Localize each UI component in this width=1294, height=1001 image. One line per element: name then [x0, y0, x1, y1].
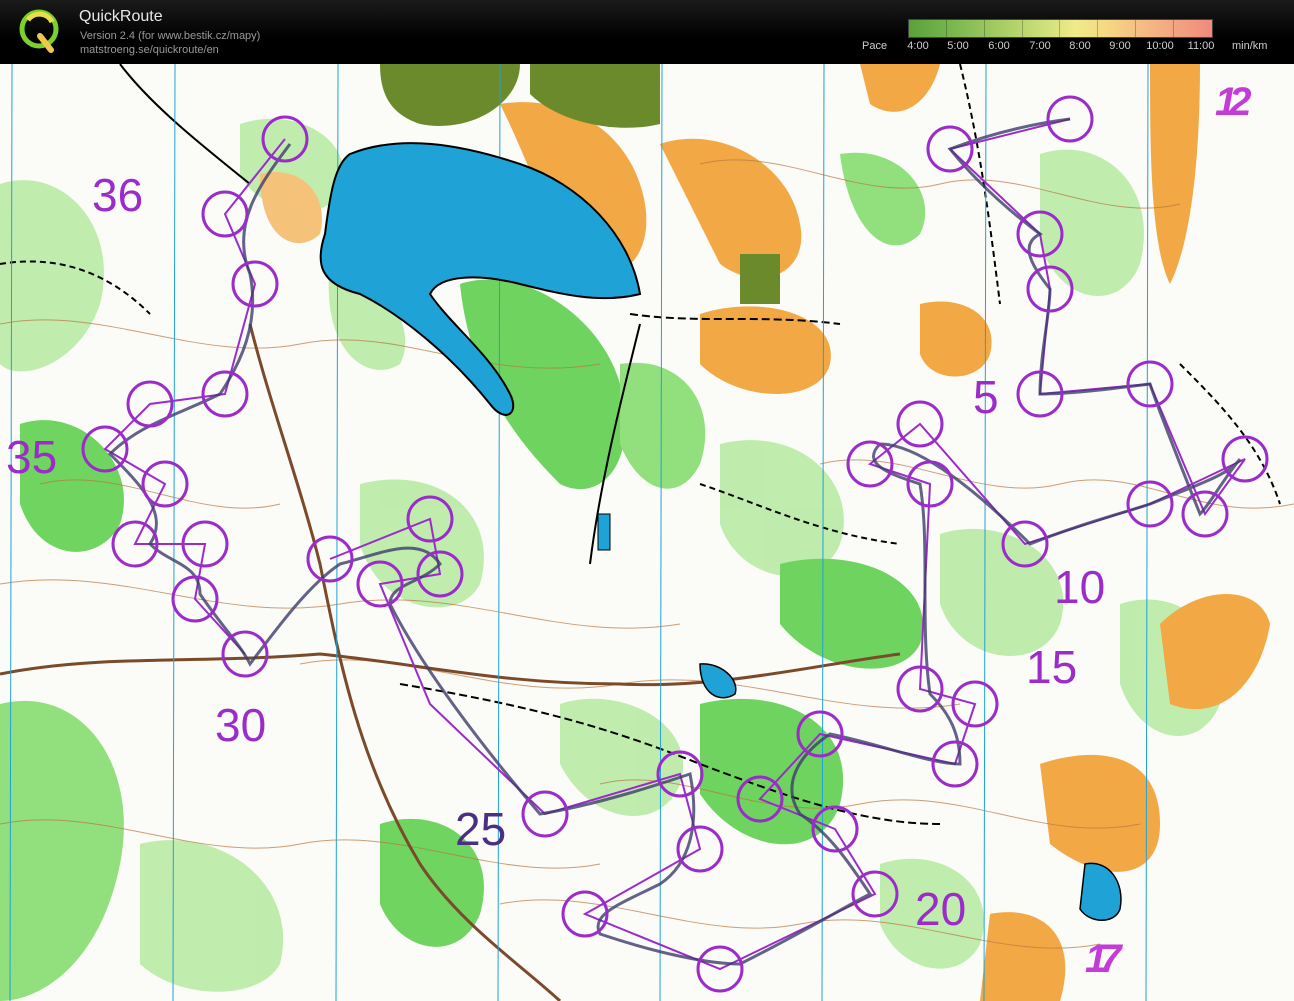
control-number-30: 30 — [215, 699, 267, 751]
app-header: QuickRoute Version 2.4 (for www.bestik.c… — [0, 0, 1294, 64]
pace-label: Pace — [862, 40, 888, 52]
map-canvas[interactable] — [0, 64, 1294, 1001]
pace-tick: 11:00 — [1187, 40, 1215, 52]
pace-unit: min/km — [1232, 40, 1268, 52]
pace-tick: 9:00 — [1109, 40, 1131, 52]
pace-tick: 5:00 — [947, 40, 969, 52]
app-version: Version 2.4 (for www.bestik.cz/mapy) — [80, 30, 261, 42]
pace-color-scale — [908, 19, 1213, 38]
control-number-5: 5 — [973, 371, 999, 423]
app-title: QuickRoute — [79, 8, 163, 25]
control-number-25: 25 — [455, 803, 507, 855]
pace-tick: 10:00 — [1146, 40, 1174, 52]
control-number-36: 36 — [92, 169, 144, 221]
control-number-35: 35 — [6, 431, 58, 483]
pace-tick: 7:00 — [1029, 40, 1051, 52]
pace-tick: 6:00 — [988, 40, 1010, 52]
pace-tick: 4:00 — [907, 40, 929, 52]
control-number-20: 20 — [915, 883, 967, 935]
control-number-15: 15 — [1026, 641, 1078, 693]
quickroute-logo-icon — [18, 8, 60, 54]
app-url: matstroeng.se/quickroute/en — [80, 44, 219, 56]
orienteering-map[interactable]: 5 10 15 20 25 30 35 36 12 17 — [0, 64, 1294, 1001]
overlapping-control-numbers: 17 — [1085, 937, 1121, 981]
pace-tick: 8:00 — [1069, 40, 1091, 52]
control-number-10: 10 — [1054, 561, 1106, 613]
overlapping-control-numbers: 12 — [1215, 80, 1251, 124]
